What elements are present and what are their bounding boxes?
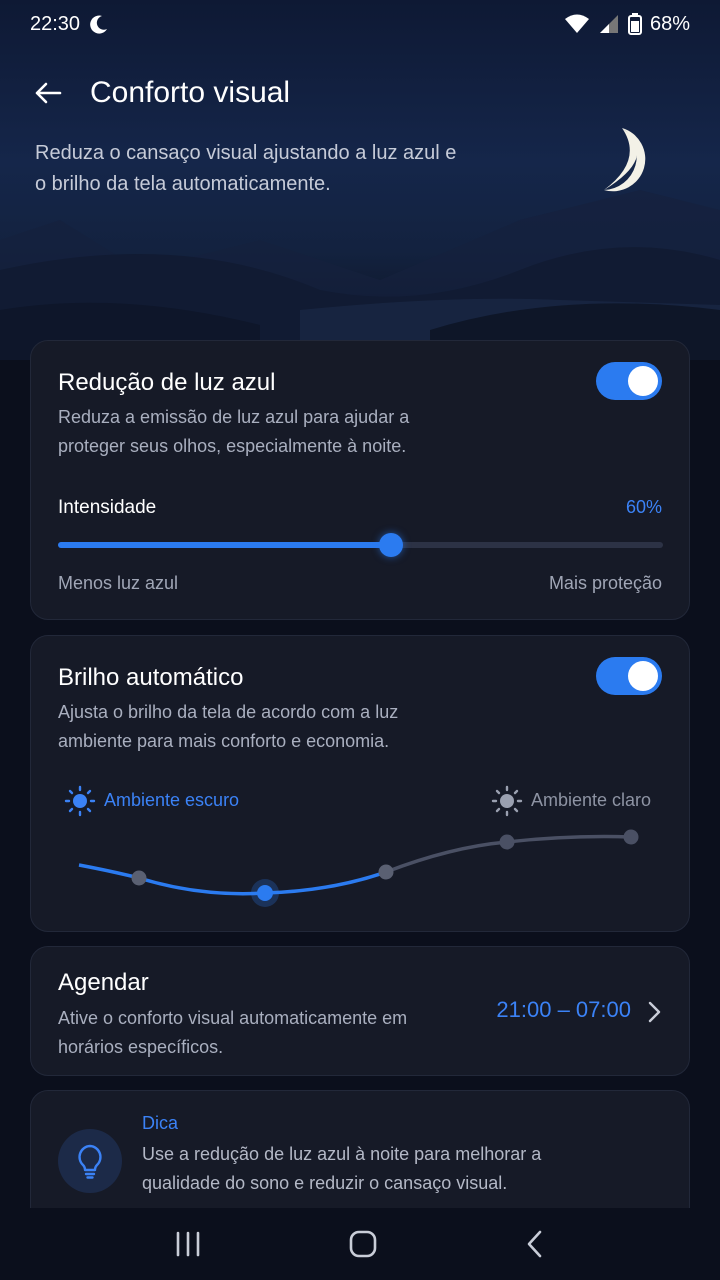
sun-icon: [491, 785, 523, 817]
light-ambient-label: Ambiente claro: [531, 790, 652, 810]
curve-point[interactable]: [499, 834, 515, 850]
toggle-knob: [628, 366, 658, 396]
auto-brightness-description: Ajusta o brilho da tela de acordo com a …: [58, 702, 399, 751]
status-time: 22:30: [30, 12, 81, 35]
chevron-right-icon: [648, 1001, 661, 1023]
brightness-curve[interactable]: [31, 821, 691, 911]
tip-title: Dica: [142, 1113, 179, 1133]
tip-icon-circle: [58, 1129, 122, 1193]
tip-text: Use a redução de luz azul à noite para m…: [142, 1144, 542, 1193]
back-arrow-icon: [35, 82, 62, 104]
intensity-slider-fill: [58, 542, 391, 548]
intensity-slider-thumb[interactable]: [378, 533, 403, 557]
curve-point[interactable]: [378, 864, 394, 880]
home-icon[interactable]: [348, 1229, 378, 1259]
moon-icon: [90, 15, 108, 34]
recents-icon[interactable]: [173, 1230, 203, 1258]
app-bar: Conforto visual: [0, 60, 720, 126]
page-title: Conforto visual: [90, 76, 291, 109]
schedule-card[interactable]: Agendar Ative o conforto visual automati…: [30, 946, 690, 1076]
tip-card: Dica Use a redução de luz azul à noite p…: [30, 1090, 690, 1220]
status-bar: 22:30 68%: [0, 0, 720, 48]
battery-percent: 68%: [649, 12, 690, 35]
schedule-description: Ative o conforto visual automaticamente …: [58, 1008, 408, 1057]
schedule-title: Agendar: [58, 969, 149, 996]
auto-brightness-toggle[interactable]: [596, 657, 662, 695]
slider-min-label: Menos luz azul: [58, 573, 179, 593]
intensity-slider-track[interactable]: [58, 533, 663, 557]
wifi-icon: [564, 14, 589, 33]
curve-point[interactable]: [131, 870, 147, 886]
toggle-knob: [628, 661, 658, 691]
battery-icon: [627, 13, 642, 35]
lightbulb-icon: [78, 1144, 102, 1179]
curve-point[interactable]: [623, 829, 639, 845]
nav-back-icon[interactable]: [523, 1229, 547, 1259]
blue-light-title: Redução de luz azul: [58, 369, 276, 396]
schedule-time-range[interactable]: 21:00 – 07:00: [496, 997, 631, 1023]
blue-light-description: Reduza a emissão de luz azul para ajudar…: [58, 407, 410, 456]
blue-light-card: Redução de luz azul Reduza a emissão de …: [30, 340, 690, 620]
auto-brightness-title: Brilho automático: [58, 664, 244, 691]
sun-icon: [64, 785, 96, 817]
intensity-label: Intensidade: [58, 497, 157, 518]
curve-point-active[interactable]: [257, 885, 273, 901]
back-button[interactable]: [24, 69, 72, 117]
blue-light-toggle[interactable]: [596, 362, 662, 400]
page-subtitle: Reduza o cansaço visual ajustando a luz …: [35, 142, 457, 195]
moon-illustration-icon: [604, 128, 646, 192]
intensity-value: 60%: [625, 497, 662, 517]
dark-ambient-label: Ambiente escuro: [104, 790, 240, 810]
slider-max-label: Mais proteção: [548, 573, 662, 593]
auto-brightness-card: Brilho automático Ajusta o brilho da tel…: [30, 635, 690, 932]
system-nav-bar: [0, 1208, 720, 1280]
signal-icon: [599, 15, 618, 33]
